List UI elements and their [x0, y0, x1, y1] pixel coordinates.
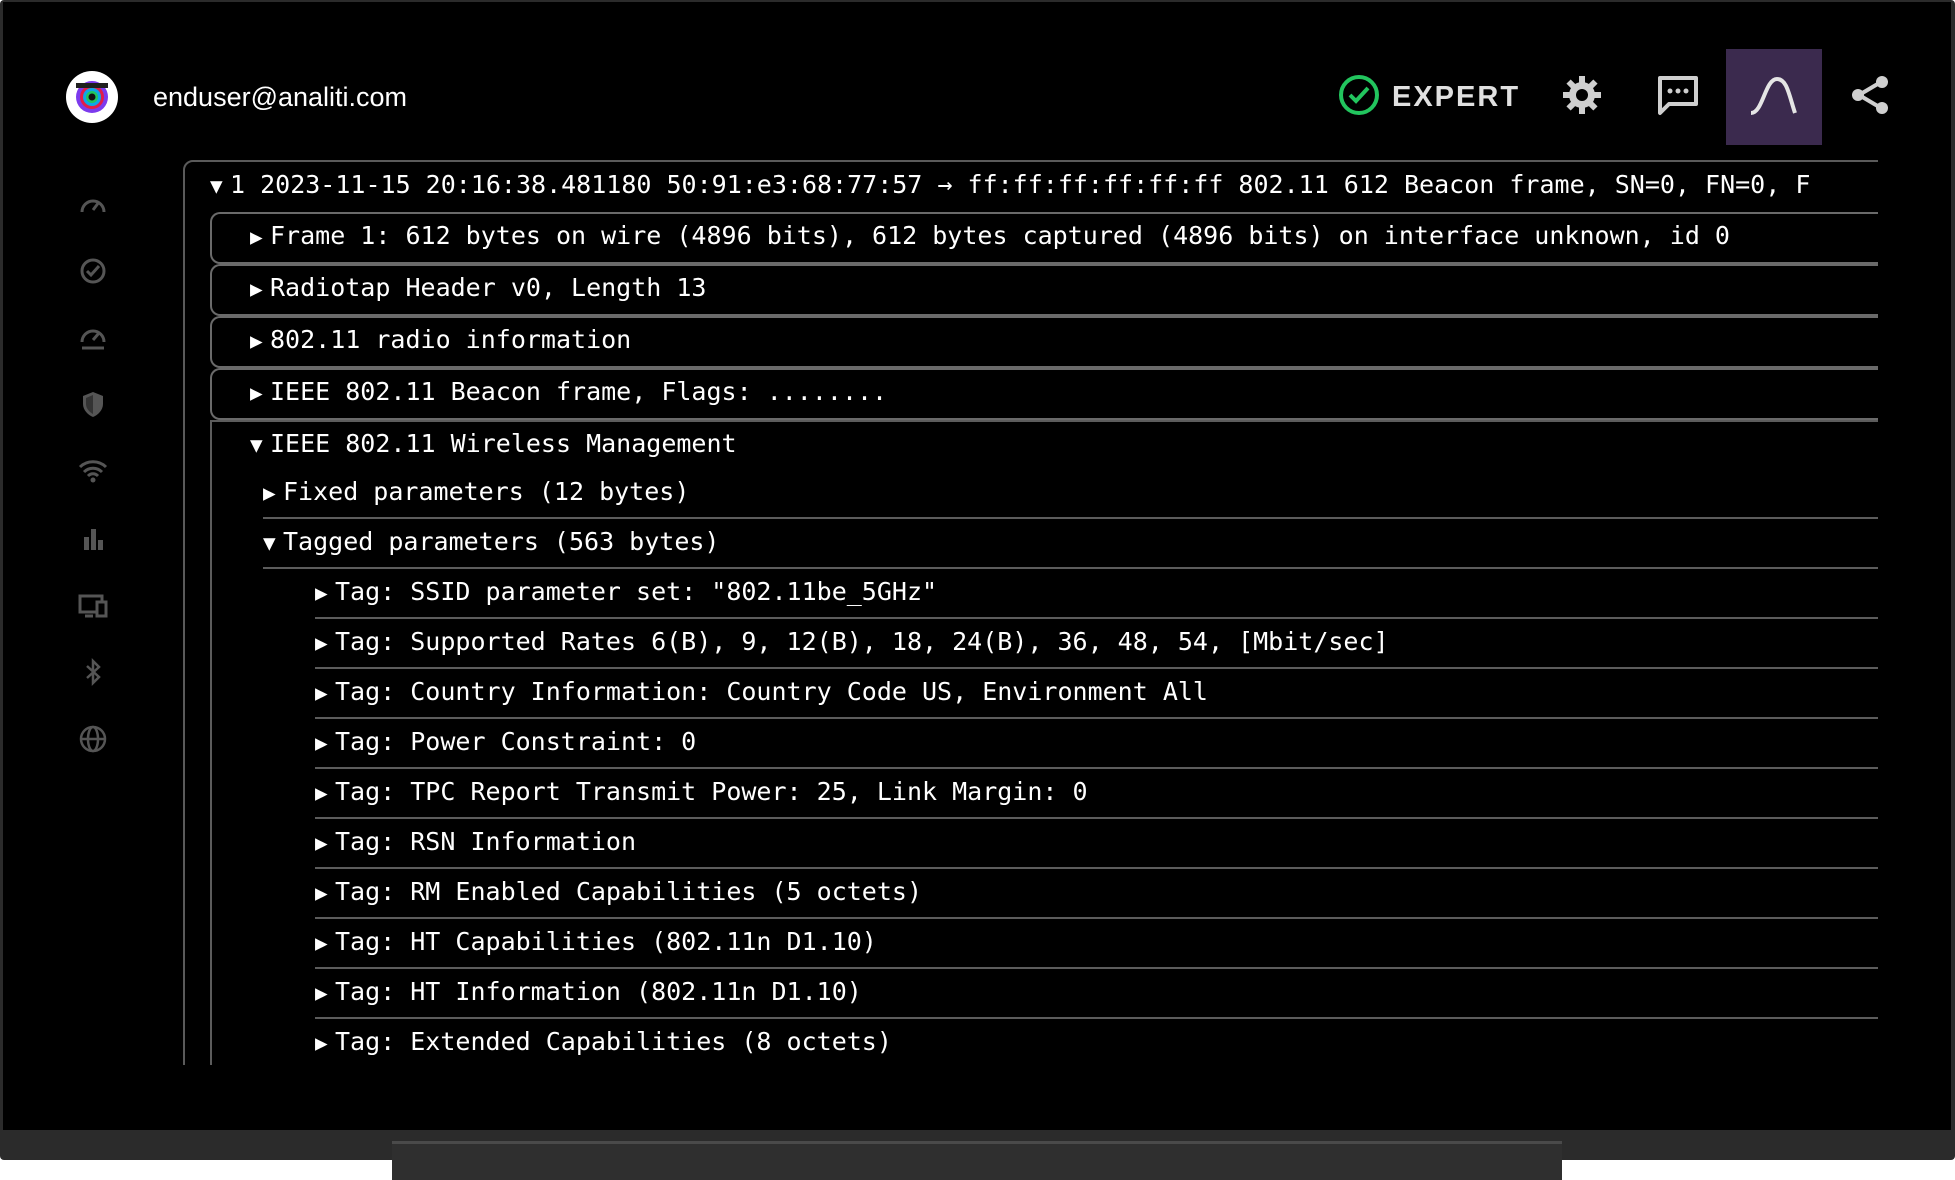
- check-circle-icon[interactable]: [75, 253, 111, 289]
- signal-view-button[interactable]: [1726, 49, 1822, 145]
- devices-icon[interactable]: [75, 587, 111, 623]
- packet-summary-row[interactable]: ▼ 1 2023-11-15 20:16:38.481180 50:91:e3:6…: [210, 160, 1810, 210]
- screen: enduser@analiti.com EXPERT ▼ 1 2023-11-1…: [3, 2, 1951, 1130]
- tag-row-ht-capabilities[interactable]: ▶ Tag: HT Capabilities (802.11n D1.10): [315, 917, 877, 967]
- globe-icon[interactable]: [75, 721, 111, 757]
- tag-row-extended-capabilities[interactable]: ▶ Tag: Extended Capabilities (8 octets): [315, 1017, 892, 1065]
- settings-button[interactable]: [1534, 49, 1630, 145]
- tree-row-fixed-parameters[interactable]: ▶ Fixed parameters (12 bytes): [263, 467, 689, 517]
- tag-row-supported-rates[interactable]: ▶ Tag: Supported Rates 6(B), 9, 12(B), 18…: [315, 617, 1389, 667]
- tree-row-wireless-management[interactable]: ▼ IEEE 802.11 Wireless Management: [250, 419, 737, 469]
- feedback-icon: [1655, 73, 1701, 122]
- tree-row-radiotap[interactable]: ▶ Radiotap Header v0, Length 13: [250, 263, 707, 313]
- bar-chart-icon[interactable]: [75, 520, 111, 556]
- app-logo[interactable]: [66, 71, 118, 123]
- tree-row-tagged-parameters[interactable]: ▼ Tagged parameters (563 bytes): [263, 517, 720, 567]
- expert-mode-badge[interactable]: EXPERT: [1338, 74, 1521, 121]
- tag-row-ht-information[interactable]: ▶ Tag: HT Information (802.11n D1.10): [315, 967, 862, 1017]
- tag-row-tpc-report[interactable]: ▶ Tag: TPC Report Transmit Power: 25, Lin…: [315, 767, 1088, 817]
- tag-row-rsn-information[interactable]: ▶ Tag: RSN Information: [315, 817, 636, 867]
- tv-stand: [392, 1141, 1562, 1180]
- wifi-icon[interactable]: [75, 453, 111, 489]
- tag-row-rm-enabled[interactable]: ▶ Tag: RM Enabled Capabilities (5 octets): [315, 867, 922, 917]
- mode-label: EXPERT: [1392, 80, 1521, 113]
- signal-curve-icon: [1747, 73, 1801, 122]
- share-icon: [1848, 73, 1892, 122]
- speed-history-icon[interactable]: [75, 320, 111, 356]
- tag-row-ssid[interactable]: ▶ Tag: SSID parameter set: "802.11be_5GHz…: [315, 567, 937, 617]
- tree-row-radio-info[interactable]: ▶ 802.11 radio information: [250, 315, 631, 365]
- shield-icon[interactable]: [75, 386, 111, 422]
- feedback-button[interactable]: [1630, 49, 1726, 145]
- speedometer-icon[interactable]: [75, 187, 111, 223]
- tag-row-country-info[interactable]: ▶ Tag: Country Information: Country Code …: [315, 667, 1208, 717]
- tree-guide-line: [210, 420, 212, 1065]
- bluetooth-icon[interactable]: [75, 654, 111, 690]
- tv-frame: enduser@analiti.com EXPERT ▼ 1 2023-11-1…: [0, 0, 1955, 1160]
- tree-row-frame[interactable]: ▶ Frame 1: 612 bytes on wire (4896 bits),…: [250, 211, 1730, 261]
- tree-row-beacon-frame[interactable]: ▶ IEEE 802.11 Beacon frame, Flags: ......…: [250, 367, 887, 417]
- tag-row-power-constraint[interactable]: ▶ Tag: Power Constraint: 0: [315, 717, 696, 767]
- settings-icon: [1560, 73, 1604, 122]
- user-email: enduser@analiti.com: [153, 82, 408, 112]
- share-button[interactable]: [1822, 49, 1918, 145]
- packet-detail-tree: ▼ 1 2023-11-15 20:16:38.481180 50:91:e3:6…: [183, 160, 1878, 1065]
- check-circle-icon: [1338, 74, 1380, 121]
